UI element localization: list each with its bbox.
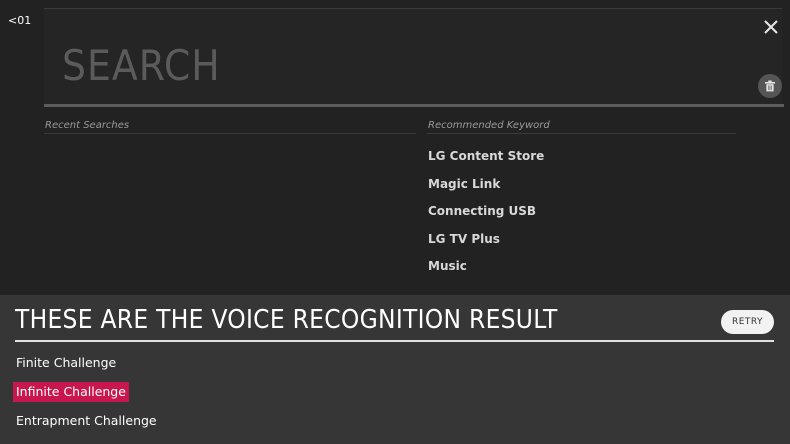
voice-result-item-selected[interactable]: Infinite Challenge <box>13 382 160 411</box>
keyword-item[interactable]: Connecting USB <box>428 202 544 230</box>
voice-result-title: THESE ARE THE VOICE RECOGNITION RESULT <box>15 305 558 335</box>
keyword-item[interactable]: LG TV Plus <box>428 230 544 258</box>
recommended-keyword-list: LG Content Store Magic Link Connecting U… <box>428 147 544 285</box>
keyword-item[interactable]: LG Content Store <box>428 147 544 175</box>
recommended-keyword-divider <box>427 133 736 134</box>
close-icon[interactable] <box>760 16 782 38</box>
recommended-keyword-heading: Recommended Keyword <box>428 120 550 131</box>
voice-result-item[interactable]: Entrapment Challenge <box>13 411 160 440</box>
keyword-item[interactable]: Magic Link <box>428 175 544 203</box>
search-panel: <01 Recent Searches Recommended Keyword … <box>0 0 790 295</box>
retry-button[interactable]: RETRY <box>721 310 774 334</box>
keyword-item[interactable]: Music <box>428 257 544 285</box>
voice-result-panel: THESE ARE THE VOICE RECOGNITION RESULT R… <box>0 295 790 444</box>
trash-icon[interactable] <box>758 74 782 98</box>
voice-title-divider <box>15 340 774 342</box>
recent-searches-divider <box>44 133 416 134</box>
recent-searches-heading: Recent Searches <box>45 120 130 131</box>
search-underline <box>44 104 784 107</box>
voice-result-item[interactable]: Finite Challenge <box>13 353 160 382</box>
search-input[interactable] <box>62 40 642 90</box>
voice-result-list: Finite Challenge Infinite Challenge Entr… <box>13 353 160 440</box>
back-button[interactable]: <01 <box>8 14 31 27</box>
